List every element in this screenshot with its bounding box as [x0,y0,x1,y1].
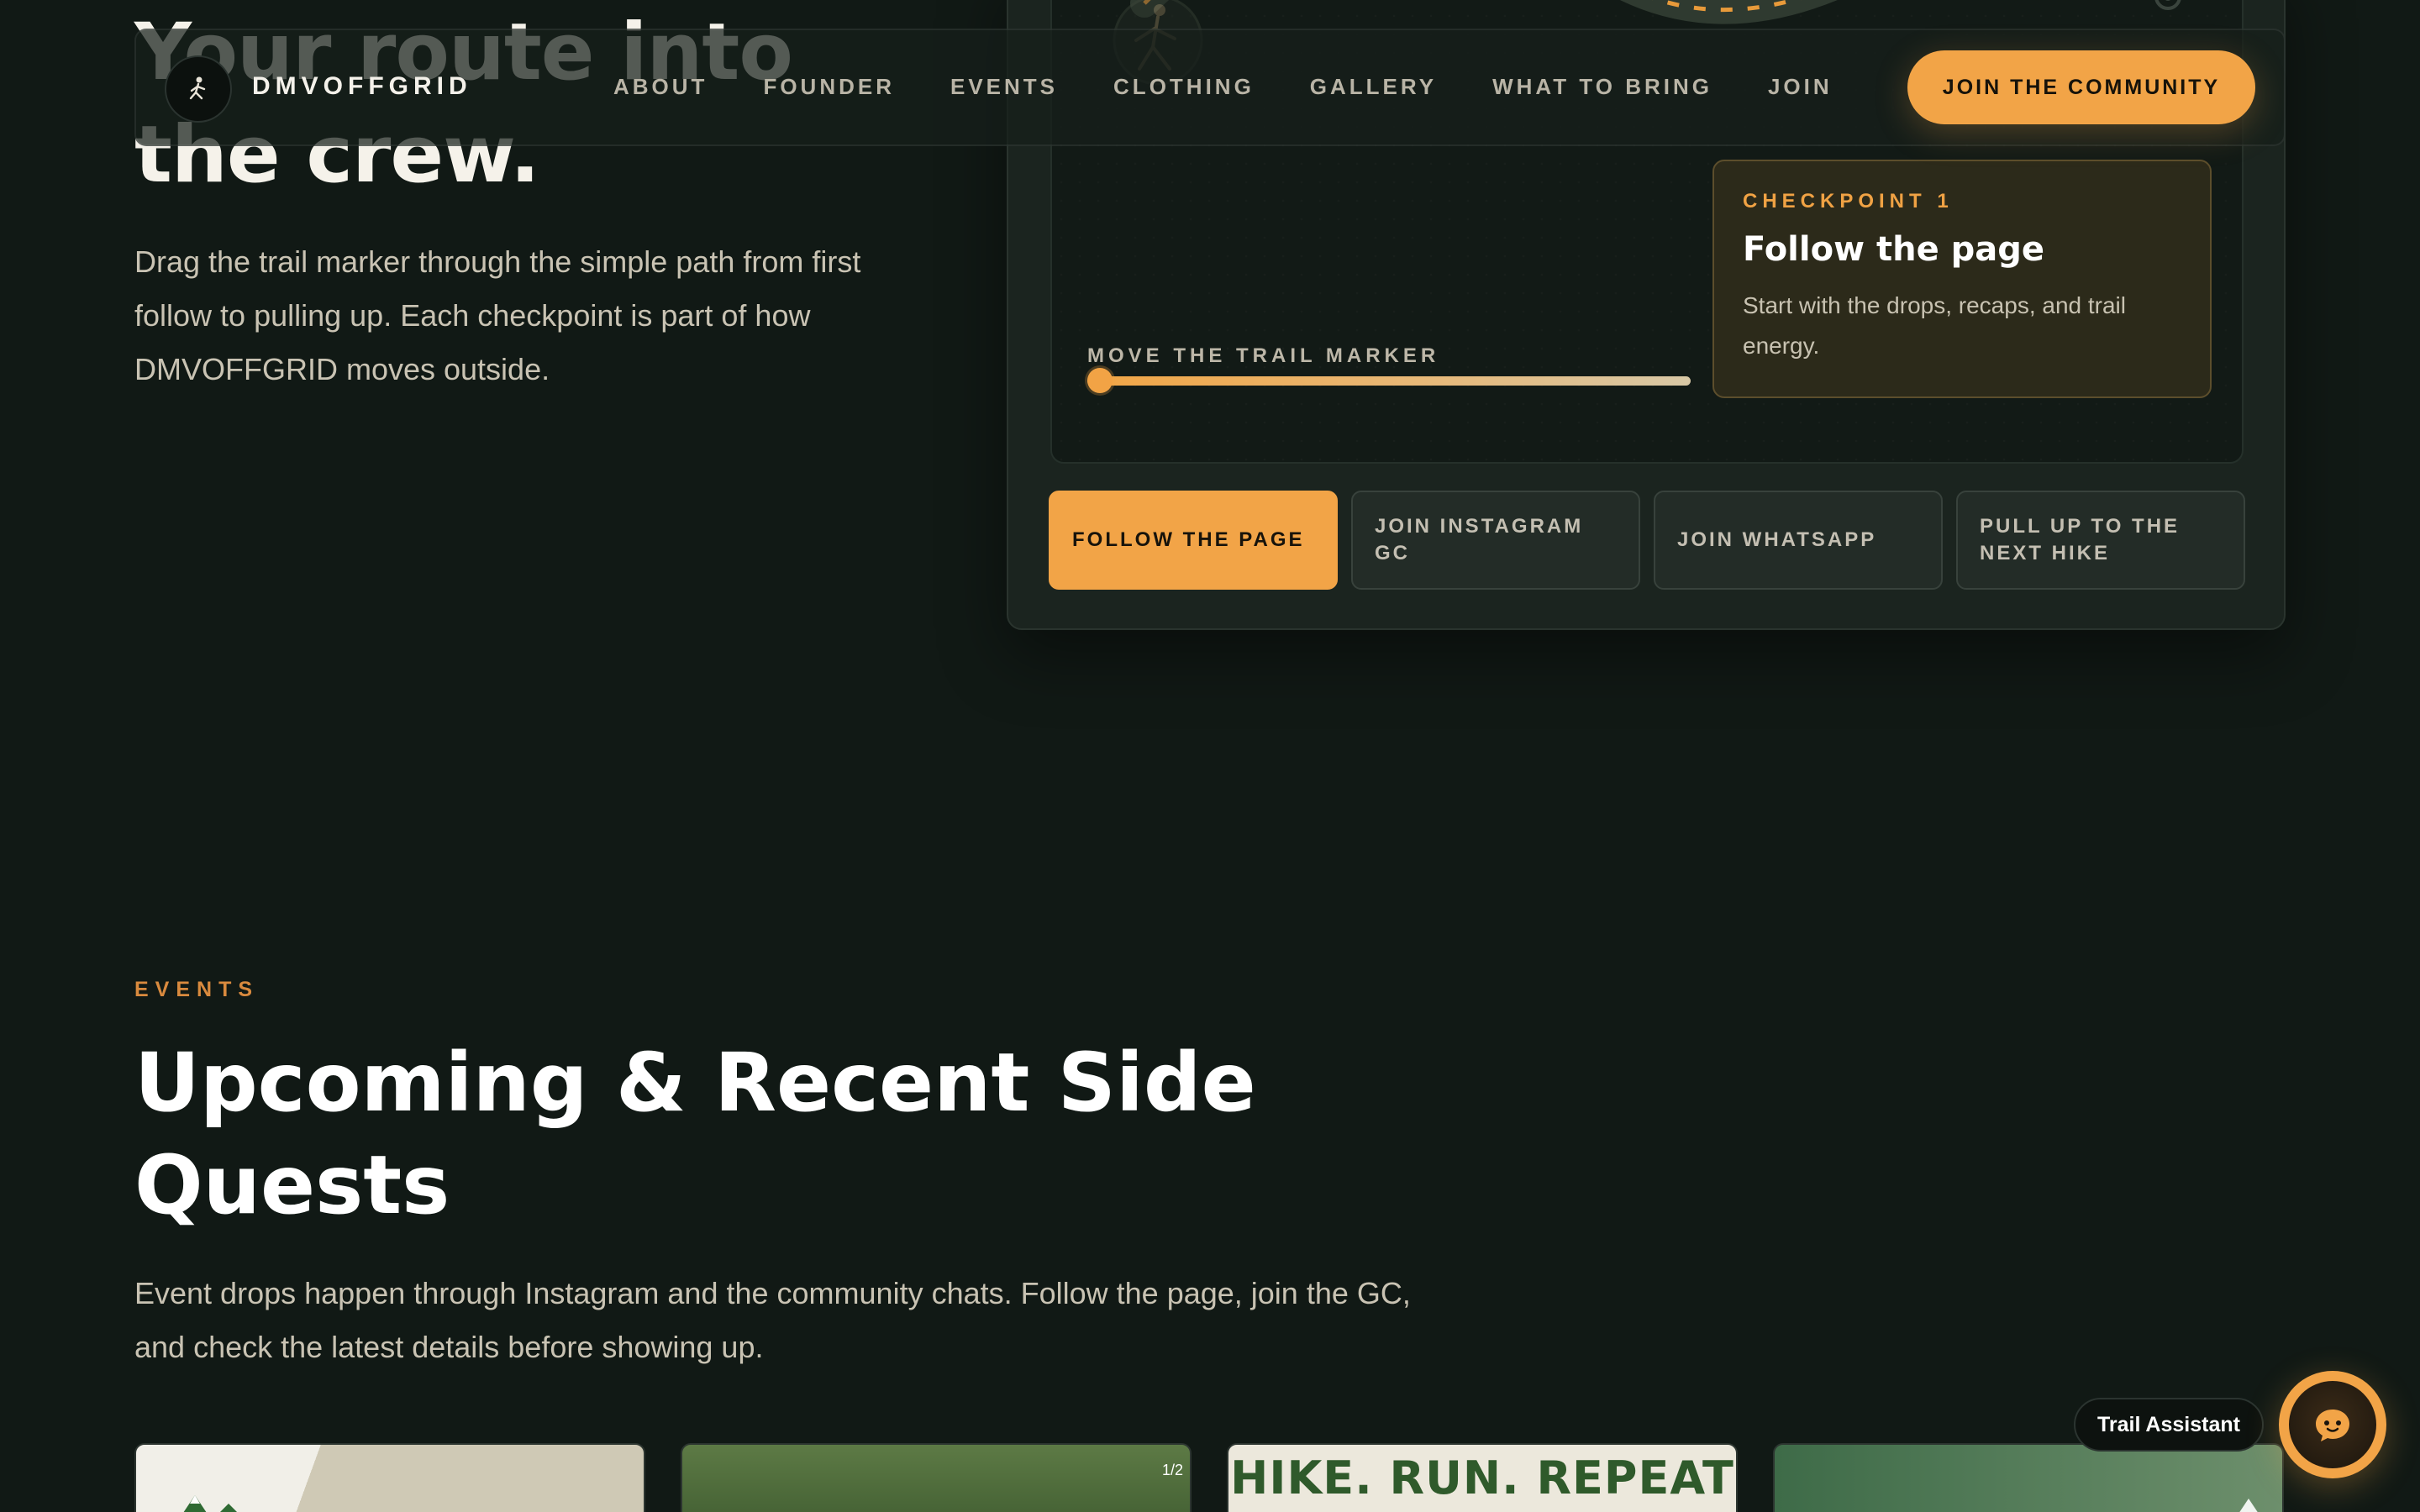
trail-assistant-label[interactable]: Trail Assistant [2074,1398,2264,1452]
trail-marker-label: MOVE THE TRAIL MARKER [1087,344,1440,367]
nav-link-founder[interactable]: FOUNDER [763,74,895,100]
nav-link-what-to-bring[interactable]: WHAT TO BRING [1492,74,1712,100]
event-card[interactable]: HIKE. RUN. REPEAT [1227,1443,1738,1512]
step-pull-up-button[interactable]: PULL UP TO THE NEXT HIKE [1956,491,2245,590]
event-card[interactable] [1773,1443,2284,1512]
events-title: Upcoming & Recent Side Quests [134,1036,1256,1232]
trail-marker-slider[interactable] [1087,368,1691,393]
checkpoint-description: Start with the drops, recaps, and trail … [1743,292,2126,359]
checkpoint-steps: FOLLOW THE PAGE JOIN INSTAGRAM GC JOIN W… [1049,491,2245,590]
mountain-logo-icon [2239,1499,2258,1512]
top-navigation: DMVOFFGRID ABOUT FOUNDER EVENTS CLOTHING… [134,29,2286,146]
step-follow-the-page-button[interactable]: FOLLOW THE PAGE [1049,491,1338,590]
checkpoint-kicker: CHECKPOINT 1 [1743,190,1954,213]
checkpoint-panel: CHECKPOINT 1 Follow the page Start with … [1712,160,2212,398]
nav-link-gallery[interactable]: GALLERY [1310,74,1437,100]
nav-link-events[interactable]: EVENTS [950,74,1058,100]
event-card[interactable] [134,1443,645,1512]
assistant-avatar [2289,1381,2376,1468]
step-join-whatsapp-button[interactable]: JOIN WHATSAPP [1654,491,1943,590]
nav-link-clothing[interactable]: CLOTHING [1113,74,1255,100]
checkpoint-title: Follow the page [1743,230,2045,269]
join-community-button[interactable]: JOIN THE COMMUNITY [1907,50,2255,124]
event-card[interactable]: 1/2 [681,1443,1192,1512]
hiker-icon [189,76,206,100]
trail-assistant-button[interactable] [2279,1371,2386,1478]
nav-link-join[interactable]: JOIN [1768,74,1833,100]
trail-marker-handle[interactable] [1087,368,1113,393]
events-kicker: EVENTS [134,978,260,1001]
slide-counter: 1/2 [1161,1462,1183,1478]
step-join-instagram-gc-button[interactable]: JOIN INSTAGRAM GC [1351,491,1640,590]
mountain-logo-icon [183,1495,237,1512]
events-description: Event drops happen through Instagram and… [134,1276,1411,1364]
event-card-headline: HIKE. RUN. REPEAT [1230,1452,1734,1504]
nav-link-about[interactable]: ABOUT [613,74,708,100]
hero-description: Drag the trail marker through the simple… [134,244,861,386]
brand-logo[interactable] [165,55,232,123]
trail-marker-track[interactable] [1087,376,1691,386]
brand-name[interactable]: DMVOFFGRID [252,72,472,101]
nav-links: ABOUT FOUNDER EVENTS CLOTHING GALLERY WH… [613,74,1888,100]
chat-bubble-icon [2316,1410,2349,1441]
